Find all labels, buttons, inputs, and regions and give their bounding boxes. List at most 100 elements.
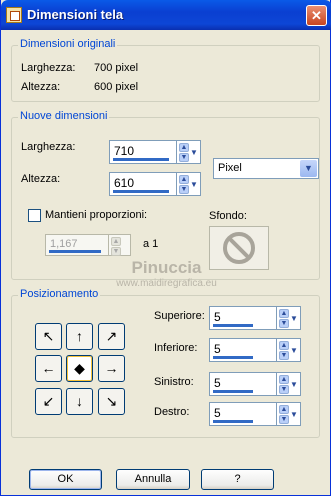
anchor-bottom-left-button[interactable]: ↙ (35, 388, 62, 415)
left-margin-value: 5 (214, 376, 221, 390)
arrow-down-left-icon: ↙ (42, 393, 55, 409)
left-margin-up-icon[interactable]: ▲ (279, 375, 289, 384)
original-size-legend: Dimensioni originali (18, 38, 118, 50)
right-margin-value: 5 (214, 406, 221, 420)
anchor-right-button[interactable]: → (98, 355, 125, 382)
right-margin-dropdown-icon[interactable]: ▼ (290, 410, 298, 419)
bottom-margin-label: Inferiore: (154, 342, 198, 354)
arrow-right-icon: → (104, 360, 119, 376)
anchor-center-button[interactable]: ◆ (66, 355, 93, 382)
anchor-top-right-button[interactable]: ↗ (98, 323, 125, 350)
background-label: Sfondo: (209, 210, 247, 222)
top-margin-down-icon[interactable]: ▼ (279, 319, 289, 328)
top-margin-spin-buttons[interactable]: ▲ ▼ ▼ (277, 306, 301, 330)
diamond-icon: ◆ (74, 360, 85, 376)
original-width-value: 700 pixel (94, 62, 139, 74)
left-margin-spin-buttons[interactable]: ▲ ▼ ▼ (277, 372, 301, 396)
watermark-name: Pinuccia (131, 258, 202, 277)
height-dropdown-icon[interactable]: ▼ (190, 180, 198, 189)
ratio-input: 1,167 (45, 234, 109, 256)
left-margin-down-icon[interactable]: ▼ (279, 385, 289, 394)
arrow-up-icon: ↑ (76, 328, 83, 344)
right-margin-up-icon[interactable]: ▲ (279, 405, 289, 414)
ratio-spinner: 1,167 ▲ ▼ (45, 234, 133, 256)
original-height-label: Altezza: (21, 81, 61, 93)
height-spinner[interactable]: 610 ▲ ▼ ▼ (109, 172, 201, 196)
ok-button[interactable]: OK (29, 469, 102, 490)
width-spin-buttons[interactable]: ▲ ▼ ▼ (177, 140, 201, 164)
right-margin-spin-buttons[interactable]: ▲ ▼ ▼ (277, 402, 301, 426)
top-margin-up-icon[interactable]: ▲ (279, 309, 289, 318)
top-margin-dropdown-icon[interactable]: ▼ (290, 314, 298, 323)
new-size-legend: Nuove dimensioni (18, 110, 110, 122)
width-input-value: 710 (114, 144, 135, 158)
height-input[interactable]: 610 (109, 172, 177, 196)
bottom-margin-value: 5 (214, 342, 221, 356)
help-button[interactable]: ? (201, 469, 274, 490)
right-margin-input[interactable]: 5 (209, 402, 277, 426)
bottom-margin-dropdown-icon[interactable]: ▼ (290, 346, 298, 355)
unit-select-value: Pixel (218, 162, 242, 174)
top-margin-value: 5 (214, 310, 221, 324)
arrow-up-left-icon: ↖ (42, 328, 55, 344)
height-up-icon[interactable]: ▲ (179, 175, 189, 184)
left-margin-label: Sinistro: (154, 376, 194, 388)
anchor-left-button[interactable]: ← (35, 355, 62, 382)
right-margin-spinner[interactable]: 5 ▲ ▼ ▼ (209, 402, 301, 426)
ratio-suffix: a 1 (143, 238, 159, 250)
bottom-margin-down-icon[interactable]: ▼ (279, 351, 289, 360)
width-down-icon[interactable]: ▼ (179, 153, 189, 162)
top-margin-slider-bar[interactable] (213, 324, 253, 327)
anchor-top-left-button[interactable]: ↖ (35, 323, 62, 350)
title-bar[interactable]: Dimensioni tela ✕ (1, 0, 331, 30)
bottom-margin-slider-bar[interactable] (213, 356, 253, 359)
height-down-icon[interactable]: ▼ (179, 185, 189, 194)
anchor-bottom-button[interactable]: ↓ (66, 388, 93, 415)
top-margin-input[interactable]: 5 (209, 306, 277, 330)
unit-select[interactable]: Pixel ▼ (213, 158, 319, 179)
ratio-input-value: 1,167 (50, 238, 78, 250)
new-width-label: Larghezza: (21, 141, 76, 153)
bottom-margin-up-icon[interactable]: ▲ (279, 341, 289, 350)
arrow-up-right-icon: ↗ (105, 328, 118, 344)
width-slider-bar[interactable] (113, 158, 169, 161)
ratio-up-icon: ▲ (111, 237, 121, 246)
original-height-value: 600 pixel (94, 81, 139, 93)
maintain-ratio-checkbox[interactable] (28, 209, 41, 222)
ratio-slider-bar (49, 250, 101, 253)
ratio-down-icon: ▼ (111, 247, 121, 256)
cancel-button[interactable]: Annulla (116, 469, 190, 490)
maintain-ratio-label: Mantieni proporzioni: (45, 209, 148, 221)
top-margin-label: Superiore: (154, 310, 205, 322)
left-margin-dropdown-icon[interactable]: ▼ (290, 380, 298, 389)
arrow-down-icon: ↓ (76, 393, 83, 409)
left-margin-input[interactable]: 5 (209, 372, 277, 396)
left-margin-spinner[interactable]: 5 ▲ ▼ ▼ (209, 372, 301, 396)
window-title: Dimensioni tela (27, 7, 124, 22)
right-margin-down-icon[interactable]: ▼ (279, 415, 289, 424)
top-margin-spinner[interactable]: 5 ▲ ▼ ▼ (209, 306, 301, 330)
right-margin-label: Destro: (154, 406, 190, 418)
ratio-spin-buttons: ▲ ▼ (109, 234, 131, 256)
width-up-icon[interactable]: ▲ (179, 143, 189, 152)
bottom-margin-spinner[interactable]: 5 ▲ ▼ ▼ (209, 338, 301, 362)
chevron-down-icon[interactable]: ▼ (300, 160, 317, 177)
width-input[interactable]: 710 (109, 140, 177, 164)
dialog-window: Dimensioni tela ✕ Dimensioni originali L… (0, 0, 331, 496)
close-button[interactable]: ✕ (306, 5, 327, 26)
right-margin-slider-bar[interactable] (213, 420, 253, 423)
original-width-label: Larghezza: (21, 62, 76, 74)
anchor-bottom-right-button[interactable]: ↘ (98, 388, 125, 415)
bottom-margin-input[interactable]: 5 (209, 338, 277, 362)
height-slider-bar[interactable] (113, 190, 169, 193)
left-margin-slider-bar[interactable] (213, 390, 253, 393)
bottom-margin-spin-buttons[interactable]: ▲ ▼ ▼ (277, 338, 301, 362)
width-spinner[interactable]: 710 ▲ ▼ ▼ (109, 140, 201, 164)
height-spin-buttons[interactable]: ▲ ▼ ▼ (177, 172, 201, 196)
width-dropdown-icon[interactable]: ▼ (190, 148, 198, 157)
arrow-left-icon: ← (41, 360, 56, 376)
new-height-label: Altezza: (21, 173, 61, 185)
placement-legend: Posizionamento (18, 288, 101, 300)
height-input-value: 610 (114, 176, 135, 190)
anchor-top-button[interactable]: ↑ (66, 323, 93, 350)
